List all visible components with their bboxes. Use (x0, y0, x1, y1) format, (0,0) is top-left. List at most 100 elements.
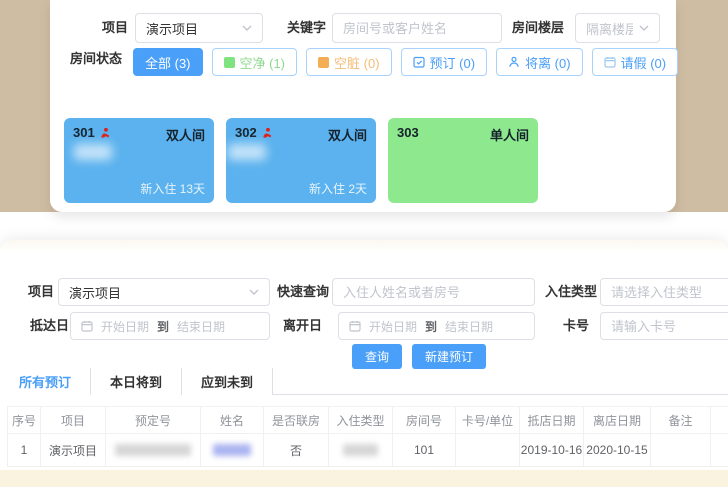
reservation-table: 序号 项目 预定号 姓名 是否联房 入住类型 房间号 卡号/单位 抵店日期 离店… (7, 406, 728, 467)
calendar-icon (604, 56, 616, 68)
quick-search-input[interactable] (332, 278, 535, 306)
project-select[interactable]: 演示项目 (135, 13, 263, 43)
new-booking-button[interactable]: 新建预订 (412, 344, 486, 369)
cell-departure-date: 2020-10-15 (583, 434, 650, 466)
card-number-input[interactable] (600, 312, 728, 340)
col-stay-type: 入住类型 (328, 407, 392, 433)
cell-project: 演示项目 (40, 434, 105, 466)
end-date-placeholder: 结束日期 (445, 318, 493, 335)
col-booking-no: 预定号 (105, 407, 200, 433)
room-status-card: 项目 演示项目 关键字 房间楼层 隔离楼层 房间状态 全部 (3) (50, 0, 676, 212)
status-button-reserved[interactable]: 预订 (0) (401, 48, 488, 76)
chevron-down-icon (249, 289, 259, 295)
clean-square-icon (224, 57, 235, 68)
start-date-placeholder: 开始日期 (101, 318, 149, 335)
reservation-panel: 项目 演示项目 快速查询 入住类型 抵达日 开始日期 到 结束日期 离开日 开始… (0, 240, 728, 487)
floor-select-placeholder: 隔离楼层 (586, 19, 633, 38)
dirty-square-icon (318, 57, 329, 68)
stay-type-redacted (343, 444, 378, 456)
status-button-vacant-dirty[interactable]: 空脏 (0) (306, 48, 392, 76)
floor-label: 房间楼层 (512, 13, 564, 43)
guest-name-redacted (228, 144, 266, 160)
departure-date-label: 离开日 (283, 312, 322, 340)
start-date-placeholder: 开始日期 (369, 318, 417, 335)
cell-seq: 1 (7, 434, 40, 466)
status-button-label: 请假 (0) (621, 53, 667, 72)
col-name: 姓名 (200, 407, 263, 433)
occupied-person-icon (99, 127, 110, 138)
keyword-label: 关键字 (287, 13, 326, 43)
cell-booking-no (105, 434, 200, 466)
panel-top-tint (0, 240, 728, 252)
table-header-row: 序号 项目 预定号 姓名 是否联房 入住类型 房间号 卡号/单位 抵店日期 离店… (7, 406, 728, 433)
date-range-separator: 到 (157, 318, 169, 335)
person-icon (508, 56, 520, 68)
status-button-label: 预订 (0) (430, 53, 476, 72)
guest-name-redacted (74, 144, 112, 160)
col-arrival-date: 抵店日期 (519, 407, 583, 433)
chevron-down-icon (242, 25, 252, 31)
bottom-cream-strip (0, 470, 728, 487)
col-room-no: 房间号 (392, 407, 455, 433)
floor-select[interactable]: 隔离楼层 (575, 13, 660, 43)
status-button-label: 空净 (1) (240, 53, 286, 72)
project-label: 项目 (102, 13, 128, 43)
cell-room-no: 101 (392, 434, 455, 466)
room-card-301[interactable]: 301 双人间 新入住 13天 (64, 118, 214, 203)
arrival-date-label: 抵达日 (30, 312, 69, 340)
table-row: 1 演示项目 否 101 2019-10-16 2020-10-15 (7, 433, 728, 467)
status-button-vacant-clean[interactable]: 空净 (1) (212, 48, 298, 76)
departure-date-range[interactable]: 开始日期 到 结束日期 (338, 312, 535, 340)
room-type: 单人间 (490, 125, 529, 144)
room-status-filter: 全部 (3) 空净 (1) 空脏 (0) 预订 (0) 将离 (0) (133, 48, 678, 76)
room-card-303[interactable]: 303 单人间 (388, 118, 538, 203)
end-date-placeholder: 结束日期 (177, 318, 225, 335)
room-type: 双人间 (166, 125, 205, 144)
booking-no-redacted (115, 444, 190, 456)
status-button-departing[interactable]: 将离 (0) (496, 48, 583, 76)
stay-type-select[interactable] (600, 278, 728, 306)
status-button-on-leave[interactable]: 请假 (0) (592, 48, 679, 76)
chevron-down-icon (639, 25, 649, 31)
room-number: 302 (235, 125, 257, 140)
occupied-person-icon (261, 127, 272, 138)
cell-card-unit (455, 434, 519, 466)
cell-stay-type (328, 434, 392, 466)
cell-extra (710, 434, 728, 466)
room-number: 303 (397, 125, 419, 140)
col-linked-room: 是否联房 (263, 407, 328, 433)
project-select[interactable]: 演示项目 (58, 278, 270, 306)
calendar-icon (349, 320, 361, 332)
room-status-label: 房间状态 (70, 46, 122, 72)
project-label: 项目 (28, 278, 54, 306)
cell-arrival-date: 2019-10-16 (519, 434, 583, 466)
tab-all-reservations[interactable]: 所有预订 (0, 368, 91, 395)
room-stay-note: 新入住 13天 (140, 180, 205, 197)
cell-remarks (650, 434, 710, 466)
status-button-label: 空脏 (0) (334, 53, 380, 72)
tab-expected-not-arrived[interactable]: 应到未到 (182, 368, 273, 395)
tab-arriving-today[interactable]: 本日将到 (91, 368, 182, 395)
status-button-label: 将离 (0) (525, 53, 571, 72)
col-seq: 序号 (7, 407, 40, 433)
project-select-value: 演示项目 (69, 283, 243, 302)
cell-name[interactable] (200, 434, 263, 466)
query-button[interactable]: 查询 (352, 344, 402, 369)
room-number: 301 (73, 125, 95, 140)
status-button-all[interactable]: 全部 (3) (133, 48, 203, 76)
guest-name-redacted (213, 444, 250, 456)
calendar-icon (81, 320, 93, 332)
page-background-beige: 项目 演示项目 关键字 房间楼层 隔离楼层 房间状态 全部 (3) (0, 0, 728, 212)
quick-search-label: 快速查询 (277, 278, 329, 306)
arrival-date-range[interactable]: 开始日期 到 结束日期 (70, 312, 270, 340)
col-extra (710, 407, 728, 433)
cell-linked-room: 否 (263, 434, 328, 466)
col-card-unit: 卡号/单位 (455, 407, 519, 433)
room-card-302[interactable]: 302 双人间 新入住 2天 (226, 118, 376, 203)
col-departure-date: 离店日期 (583, 407, 650, 433)
project-select-value: 演示项目 (146, 19, 236, 38)
keyword-input[interactable] (332, 13, 502, 43)
col-remarks: 备注 (650, 407, 710, 433)
date-range-separator: 到 (425, 318, 437, 335)
reservation-tabs: 所有预订 本日将到 应到未到 (0, 368, 728, 395)
